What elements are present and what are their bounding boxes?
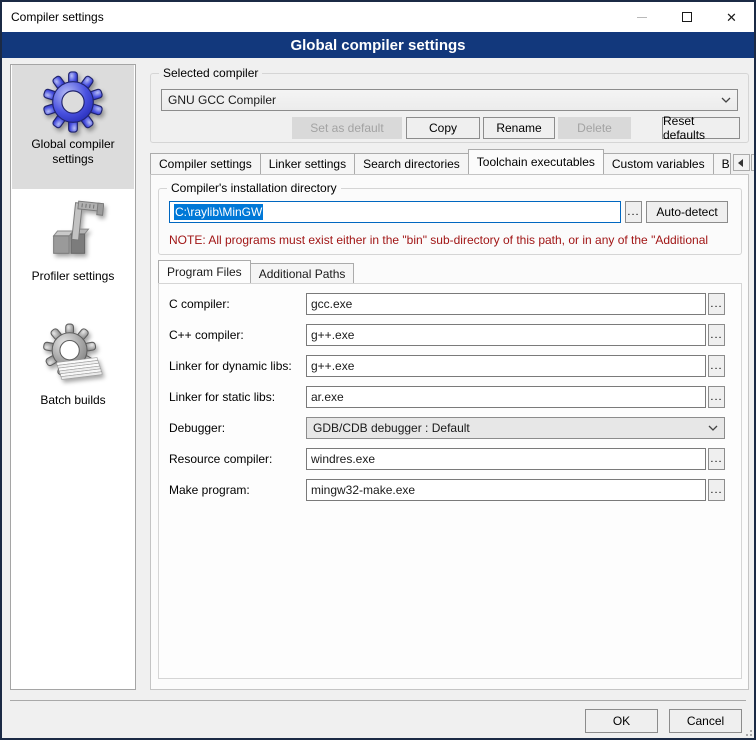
tab-scroll-buttons [732,154,756,171]
chevron-down-icon [721,97,731,103]
selected-compiler-group-label: Selected compiler [159,66,262,80]
settings-category-list: Global compiler settings [10,64,136,690]
resource-compiler-value: windres.exe [311,452,375,466]
cpp-compiler-browse-button[interactable]: ... [708,324,725,346]
installation-directory-value: C:\raylib\MinGW [174,204,263,220]
cpp-compiler-input[interactable]: g++.exe [306,324,706,346]
tab-program-files[interactable]: Program Files [158,260,251,283]
bin-subdirectory-note: NOTE: All programs must exist either in … [169,233,739,247]
resize-grip[interactable] [742,726,752,736]
title-bar: Compiler settings ✕ [2,2,754,32]
debugger-dropdown[interactable]: GDB/CDB debugger : Default [306,417,725,439]
field-row-c-compiler: C compiler: gcc.exe ... [169,293,732,315]
c-compiler-label: C compiler: [169,297,306,311]
toolchain-executables-page: Compiler's installation directory C:\ray… [150,174,749,690]
c-compiler-browse-button[interactable]: ... [708,293,725,315]
resource-compiler-browse-button[interactable]: ... [708,448,725,470]
debugger-value: GDB/CDB debugger : Default [313,421,470,435]
reset-defaults-button[interactable]: Reset defaults [662,117,740,139]
cancel-button[interactable]: Cancel [669,709,742,733]
close-button[interactable]: ✕ [709,2,754,32]
installation-directory-group: Compiler's installation directory C:\ray… [158,188,742,255]
blue-gear-icon [12,65,134,133]
maximize-icon [682,12,692,22]
tab-toolchain-executables[interactable]: Toolchain executables [468,149,604,174]
field-row-linker-dynamic: Linker for dynamic libs: g++.exe ... [169,355,732,377]
resource-compiler-input[interactable]: windres.exe [306,448,706,470]
dialog-banner: Global compiler settings [2,32,754,58]
maximize-button[interactable] [664,2,709,32]
tab-custom-variables[interactable]: Custom variables [603,153,714,174]
sidebar-item-batch-builds[interactable]: Batch builds [12,317,134,443]
selected-compiler-group: Selected compiler GNU GCC Compiler Set a… [150,73,749,143]
window-title: Compiler settings [2,10,104,24]
tab-scroll-left-button[interactable] [733,154,750,171]
sidebar-item-global-compiler-settings[interactable]: Global compiler settings [12,65,134,189]
sidebar-item-label: Global compiler settings [12,133,134,175]
tab-search-directories[interactable]: Search directories [354,153,469,174]
gray-gear-papers-icon [12,317,134,389]
rename-button[interactable]: Rename [483,117,555,139]
tab-linker-settings[interactable]: Linker settings [260,153,355,174]
field-row-cpp-compiler: C++ compiler: g++.exe ... [169,324,732,346]
field-row-resource-compiler: Resource compiler: windres.exe ... [169,448,732,470]
make-program-label: Make program: [169,483,306,497]
c-compiler-value: gcc.exe [311,297,352,311]
linker-dynamic-input[interactable]: g++.exe [306,355,706,377]
field-row-linker-static: Linker for static libs: ar.exe ... [169,386,732,408]
tab-compiler-settings[interactable]: Compiler settings [150,153,261,174]
installation-directory-row: C:\raylib\MinGW ... Auto-detect [169,201,733,223]
footer-separator [10,700,746,701]
linker-static-label: Linker for static libs: [169,390,306,404]
tab-build-options[interactable]: Builc [713,153,731,174]
tab-scroll-right-button[interactable] [751,154,756,171]
sidebar-item-profiler-settings[interactable]: Profiler settings [12,193,134,319]
c-compiler-input[interactable]: gcc.exe [306,293,706,315]
resource-compiler-label: Resource compiler: [169,452,306,466]
settings-tab-bar: Compiler settings Linker settings Search… [150,151,749,174]
ok-button[interactable]: OK [585,709,658,733]
linker-dynamic-value: g++.exe [311,359,354,373]
cpp-compiler-value: g++.exe [311,328,354,342]
linker-static-value: ar.exe [311,390,344,404]
debugger-label: Debugger: [169,421,306,435]
caption-buttons: ✕ [619,2,754,32]
sidebar-item-label: Batch builds [12,389,134,416]
close-icon: ✕ [726,11,737,24]
program-files-page: C compiler: gcc.exe ... C++ compiler: g+… [158,283,742,679]
make-program-input[interactable]: mingw32-make.exe [306,479,706,501]
linker-static-browse-button[interactable]: ... [708,386,725,408]
compiler-buttons-row: Set as default Copy Rename Delete Reset … [161,117,740,139]
set-as-default-button[interactable]: Set as default [292,117,402,139]
field-row-debugger: Debugger: GDB/CDB debugger : Default [169,417,732,439]
installation-directory-browse-button[interactable]: ... [625,201,642,223]
cpp-compiler-label: C++ compiler: [169,328,306,342]
sidebar-item-label: Profiler settings [12,265,134,292]
program-files-tab-bar: Program Files Additional Paths [158,261,353,283]
make-program-value: mingw32-make.exe [311,483,415,497]
field-row-make-program: Make program: mingw32-make.exe ... [169,479,732,501]
installation-directory-group-label: Compiler's installation directory [167,181,341,195]
copy-button[interactable]: Copy [406,117,480,139]
banner-title: Global compiler settings [290,37,465,54]
compiler-settings-dialog: Compiler settings ✕ Global compiler sett… [0,0,756,740]
auto-detect-button[interactable]: Auto-detect [646,201,728,223]
tab-additional-paths[interactable]: Additional Paths [250,263,355,283]
installation-directory-input[interactable]: C:\raylib\MinGW [169,201,621,223]
caliper-icon [12,193,134,265]
make-program-browse-button[interactable]: ... [708,479,725,501]
chevron-down-icon [708,425,718,431]
linker-static-input[interactable]: ar.exe [306,386,706,408]
selected-compiler-dropdown[interactable]: GNU GCC Compiler [161,89,738,111]
triangle-left-icon [738,159,744,167]
linker-dynamic-label: Linker for dynamic libs: [169,359,306,373]
delete-button[interactable]: Delete [558,117,631,139]
minimize-button[interactable] [619,2,664,32]
selected-compiler-value: GNU GCC Compiler [168,93,276,107]
minimize-icon [637,17,647,18]
linker-dynamic-browse-button[interactable]: ... [708,355,725,377]
